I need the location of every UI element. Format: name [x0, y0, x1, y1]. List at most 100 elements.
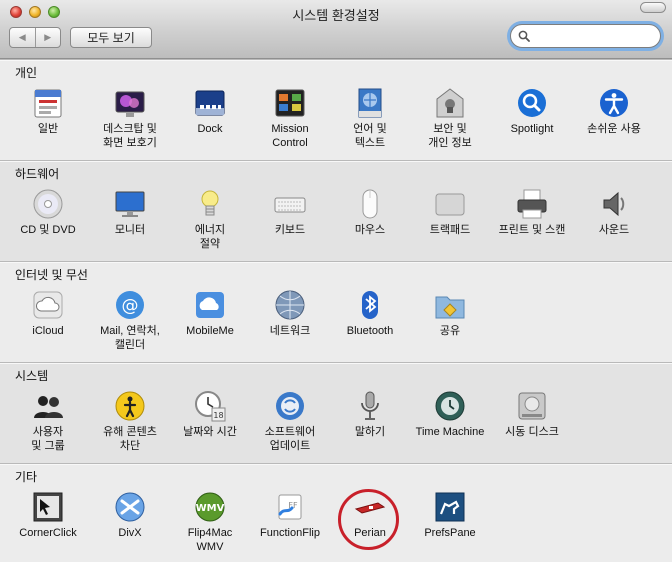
mail-contacts-calendar-icon: @: [116, 291, 144, 319]
section-4: 시스템 사용자 및 그룹 유해 콘텐츠 차단 18 날짜와 시간 소프트웨어 업데이트 말하…: [0, 362, 672, 463]
window-title: 시스템 환경설정: [292, 8, 380, 23]
pref-pane-label: CornerClick: [19, 527, 77, 539]
section-2: 하드웨어 CD 및 DVD 모니터 에너지 절약 키보드 마우스 트랙패드 프린트 및 스캔 사…: [0, 160, 672, 261]
pref-pane-general[interactable]: 일반: [8, 86, 88, 136]
accessibility-icon: [600, 89, 628, 117]
energy-saver-icon: [201, 190, 219, 216]
pref-pane-startup-disk[interactable]: 시동 디스크: [492, 389, 572, 439]
prefspane-icon: [435, 492, 465, 522]
pref-pane-keyboard[interactable]: 키보드: [250, 187, 330, 237]
pref-pane-printer-scanner[interactable]: 프린트 및 스캔: [492, 187, 572, 237]
pref-pane-energy-saver[interactable]: 에너지 절약: [170, 187, 250, 251]
section-title: 하드웨어: [15, 167, 60, 181]
pref-pane-label: PrefsPane: [424, 527, 476, 539]
pref-pane-bluetooth[interactable]: Bluetooth: [330, 288, 410, 338]
pref-pane-desktop-screensaver[interactable]: 데스크탑 및 화면 보호기: [90, 86, 170, 150]
pref-pane-speech[interactable]: 말하기: [330, 389, 410, 439]
pref-pane-mission-control[interactable]: Mission Control: [250, 86, 330, 150]
sound-icon: [603, 191, 625, 217]
functionflip-icon: FF: [278, 494, 302, 520]
pref-pane-divx[interactable]: DivX: [90, 490, 170, 540]
pref-pane-label: iCloud: [32, 325, 64, 337]
pref-pane-cornerclick[interactable]: CornerClick: [8, 490, 88, 540]
back-button[interactable]: ◀: [10, 28, 35, 47]
svg-text:@: @: [122, 296, 139, 316]
pref-pane-label: 시동 디스크: [505, 426, 559, 438]
pref-pane-cd-dvd[interactable]: CD 및 DVD: [8, 187, 88, 237]
section-title: 기타: [15, 470, 38, 484]
users-groups-icon: [34, 396, 63, 418]
pref-pane-software-update[interactable]: 소프트웨어 업데이트: [250, 389, 330, 453]
pref-pane-mobileme[interactable]: MobileMe: [170, 288, 250, 338]
pref-pane-sharing[interactable]: 공유: [410, 288, 490, 338]
pref-pane-label: 말하기: [354, 426, 386, 438]
pref-pane-monitor[interactable]: 모니터: [90, 187, 170, 237]
mission-control-icon: [275, 89, 305, 117]
software-update-icon: [276, 392, 304, 420]
pref-pane-label: 트랙패드: [429, 224, 471, 236]
pref-pane-users-groups[interactable]: 사용자 및 그룹: [8, 389, 88, 453]
security-privacy-icon: [436, 88, 464, 118]
pref-pane-label: 데스크탑 및 화면 보호기: [103, 123, 157, 149]
pref-pane-label: 마우스: [354, 224, 386, 236]
divx-icon: [115, 492, 145, 522]
navigation-segmented-control: ◀ ▶: [9, 27, 61, 48]
show-all-button[interactable]: 모두 보기: [70, 27, 152, 48]
pref-pane-label: 손쉬운 사용: [587, 123, 641, 135]
general-icon: [34, 89, 62, 118]
time-machine-icon: [435, 391, 465, 421]
pref-pane-accessibility[interactable]: 손쉬운 사용: [574, 86, 654, 136]
keyboard-icon: [274, 197, 306, 213]
pref-pane-label: Mail, 연락처, 캘린더: [100, 325, 160, 351]
pref-pane-sound[interactable]: 사운드: [574, 187, 654, 237]
pref-pane-label: 네트워크: [269, 325, 311, 337]
pref-pane-language-text[interactable]: 언어 및 텍스트: [330, 86, 410, 150]
pref-pane-label: 에너지 절약: [194, 224, 226, 250]
pref-pane-spotlight[interactable]: Spotlight: [492, 86, 572, 136]
mobileme-icon: [196, 292, 224, 318]
pref-pane-parental-controls[interactable]: 유해 콘텐츠 차단: [90, 389, 170, 453]
pref-pane-label: 모니터: [114, 224, 146, 236]
section-title: 개인: [15, 66, 38, 80]
date-time-icon: 18: [195, 391, 226, 422]
pref-pane-label: 보안 및 개인 정보: [428, 123, 472, 149]
language-text-icon: [358, 88, 382, 118]
pref-pane-mouse[interactable]: 마우스: [330, 187, 410, 237]
pref-pane-label: 키보드: [274, 224, 306, 236]
pref-pane-label: 소프트웨어 업데이트: [264, 426, 316, 452]
desktop-screensaver-icon: [115, 91, 145, 117]
pref-pane-label: 공유: [439, 325, 461, 337]
pref-pane-label: CD 및 DVD: [20, 224, 76, 236]
pref-pane-date-time[interactable]: 18 날짜와 시간: [170, 389, 250, 439]
pref-pane-prefspane[interactable]: PrefsPane: [410, 490, 490, 540]
pref-pane-label: 프린트 및 스캔: [498, 224, 566, 236]
svg-text:WMV: WMV: [196, 503, 225, 514]
pref-pane-flip4mac[interactable]: WMV Flip4Mac WMV: [170, 490, 250, 554]
bluetooth-icon: [362, 291, 378, 319]
pref-pane-label: Bluetooth: [346, 325, 394, 337]
pref-pane-label: 사운드: [598, 224, 630, 236]
pref-pane-label: 유해 콘텐츠 차단: [103, 426, 157, 452]
printer-scanner-icon: [517, 189, 547, 219]
toolbar-toggle-button[interactable]: [640, 2, 666, 13]
pref-pane-icloud[interactable]: iCloud: [8, 288, 88, 338]
title-bar: 시스템 환경설정 ◀ ▶ 모두 보기: [0, 0, 672, 59]
section-1: 개인일반 데스크탑 및 화면 보호기 Dock Mission Control 언어 및…: [0, 59, 672, 160]
search-icon: [518, 30, 530, 42]
trackpad-icon: [435, 193, 465, 216]
cd-dvd-icon: [33, 189, 63, 219]
monitor-icon: [115, 191, 145, 217]
forward-button[interactable]: ▶: [34, 28, 61, 47]
pref-pane-label: DivX: [118, 527, 142, 539]
pref-pane-network[interactable]: 네트워크: [250, 288, 330, 338]
pref-pane-mail-contacts-calendar[interactable]: @ Mail, 연락처, 캘린더: [90, 288, 170, 352]
pref-pane-trackpad[interactable]: 트랙패드: [410, 187, 490, 237]
pref-pane-dock[interactable]: Dock: [170, 86, 250, 136]
pref-pane-functionflip[interactable]: FF FunctionFlip: [250, 490, 330, 540]
icloud-icon: [33, 291, 63, 319]
pref-pane-security-privacy[interactable]: 보안 및 개인 정보: [410, 86, 490, 150]
sharing-icon: [435, 296, 465, 319]
pref-pane-time-machine[interactable]: Time Machine: [410, 389, 490, 439]
search-field[interactable]: [510, 24, 661, 48]
search-input[interactable]: [532, 28, 650, 44]
